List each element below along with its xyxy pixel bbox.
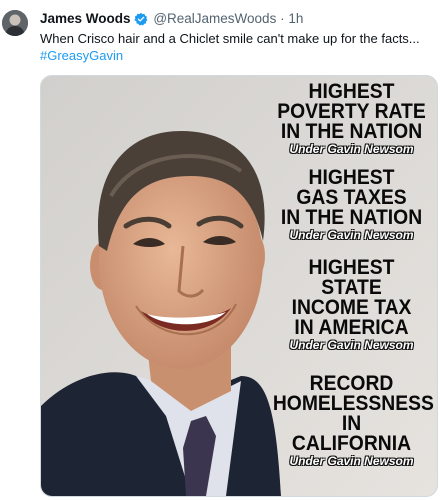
verified-badge-icon bbox=[133, 12, 148, 31]
timestamp[interactable]: 1h bbox=[288, 11, 303, 26]
slogan-headline: HIGHEST bbox=[308, 166, 395, 189]
slogan-block-gas-taxes: HIGHEST GAS TAXES IN THE NATION Under Ga… bbox=[266, 166, 437, 242]
slogan-headline: HIGHEST bbox=[308, 80, 395, 103]
hashtag-link[interactable]: #GreasyGavin bbox=[40, 47, 123, 64]
slogan-subline: Under Gavin Newsom bbox=[289, 142, 414, 156]
slogan-headline: HIGHEST bbox=[308, 256, 395, 279]
slogan-headline: IN THE NATION bbox=[280, 206, 423, 229]
slogan-block-poverty: HIGHEST POVERTY RATE IN THE NATION Under… bbox=[266, 80, 437, 156]
slogan-headline: STATE bbox=[321, 276, 382, 299]
tweet-text: When Crisco hair and a Chiclet smile can… bbox=[40, 31, 420, 46]
separator-dot: · bbox=[280, 11, 285, 26]
slogan-subline: Under Gavin Newsom bbox=[289, 338, 414, 352]
slogan-headline: GAS TAXES bbox=[296, 186, 407, 209]
slogan-headline: IN AMERICA bbox=[294, 316, 409, 339]
slogan-subline: Under Gavin Newsom bbox=[289, 228, 414, 242]
slogan-block-income-tax: HIGHEST STATE INCOME TAX IN AMERICA Unde… bbox=[266, 256, 437, 352]
user-handle[interactable]: @RealJamesWoods bbox=[153, 11, 276, 26]
slogan-headline: POVERTY RATE bbox=[277, 100, 426, 123]
slogan-headline: RECORD bbox=[309, 372, 394, 395]
tweet-header: James Woods @RealJamesWoods · 1h bbox=[40, 10, 303, 31]
display-name[interactable]: James Woods bbox=[40, 11, 131, 26]
slogan-subline: Under Gavin Newsom bbox=[289, 454, 414, 468]
tweet[interactable]: James Woods @RealJamesWoods · 1h When Cr… bbox=[0, 0, 440, 500]
avatar[interactable] bbox=[2, 10, 28, 36]
avatar-photo bbox=[2, 10, 28, 36]
slogan-headline: IN bbox=[341, 412, 362, 435]
slogan-headline: HOMELESSNESS bbox=[272, 392, 434, 415]
slogan-text-column: HIGHEST POVERTY RATE IN THE NATION Under… bbox=[266, 76, 437, 496]
slogan-headline: CALIFORNIA bbox=[291, 432, 412, 455]
slogan-headline: IN THE NATION bbox=[280, 120, 423, 143]
slogan-block-homelessness: RECORD HOMELESSNESS IN CALIFORNIA Under … bbox=[266, 372, 437, 468]
slogan-headline: INCOME TAX bbox=[291, 296, 412, 319]
tweet-image[interactable]: HIGHEST POVERTY RATE IN THE NATION Under… bbox=[40, 75, 438, 497]
